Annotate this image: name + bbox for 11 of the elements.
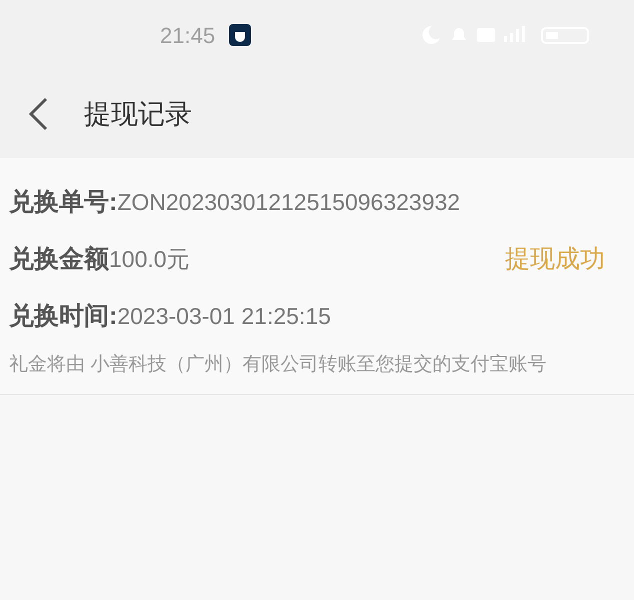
note-text: 礼金将由 小善科技（广州）有限公司转账至您提交的支付宝账号 xyxy=(9,352,548,377)
field-value: ZON20230301212515096323932 xyxy=(117,188,460,218)
field-value: 100.0元 xyxy=(109,245,190,274)
status-time: 21:45 xyxy=(160,22,216,50)
page-title: 提现记录 xyxy=(84,98,192,131)
app-notification-icon xyxy=(229,24,252,46)
field-label: 兑换单号: xyxy=(9,186,118,218)
withdrawal-status: 提现成功 xyxy=(505,244,605,275)
field-label: 兑换时间: xyxy=(9,300,118,332)
field-value: 2023-03-01 21:25:15 xyxy=(117,302,331,332)
field-label: 兑换金额 xyxy=(9,244,109,275)
